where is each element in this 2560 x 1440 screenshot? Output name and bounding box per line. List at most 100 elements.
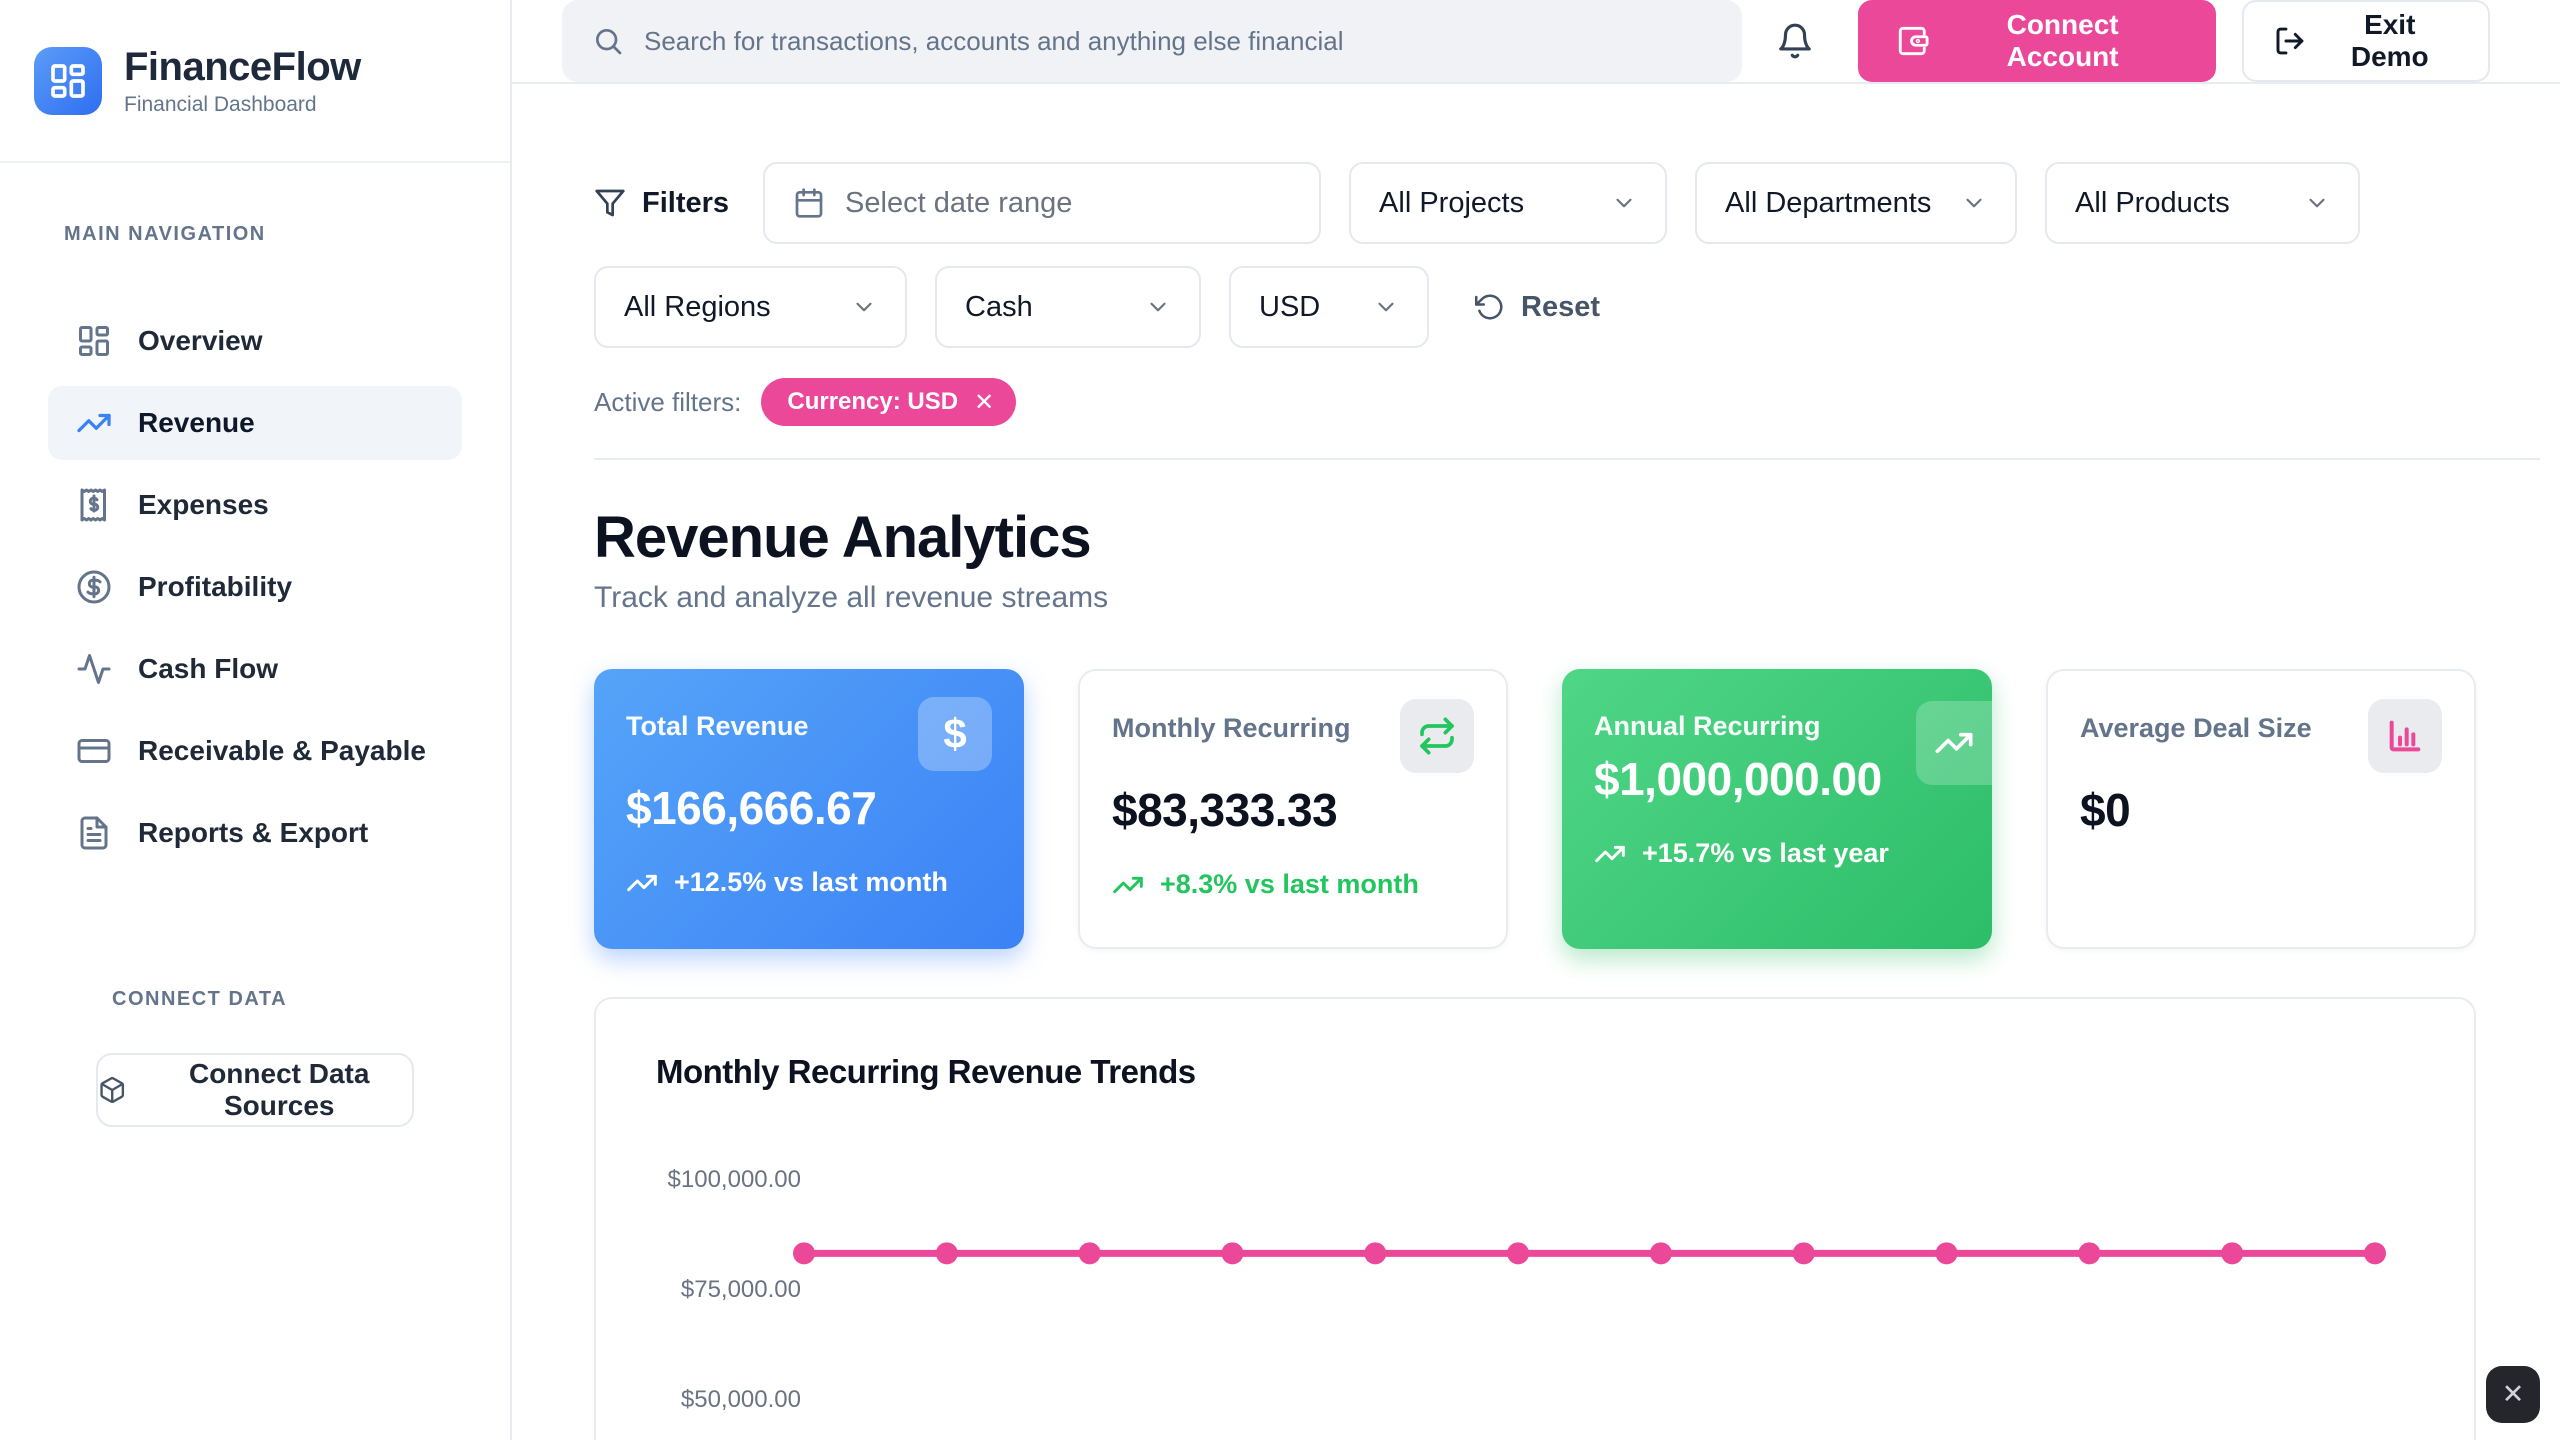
trending-up-icon [1112,869,1144,901]
connect-data-sources-button[interactable]: Connect Data Sources [96,1053,414,1127]
bar-chart-icon [2368,699,2442,773]
stat-change: +15.7% vs last year [1594,836,1960,871]
sidebar-item-reports-export[interactable]: Reports & Export [48,796,462,870]
sidebar: FinanceFlow Financial Dashboard MAIN NAV… [0,0,512,1440]
credit-card-icon [76,733,112,769]
stat-cards: Total Revenue $ $166,666.67 +12.5% vs la… [594,669,2476,949]
activity-icon [76,651,112,687]
brand-header: FinanceFlow Financial Dashboard [0,0,510,163]
stat-label: Average Deal Size [2080,713,2312,744]
main-navigation: MAIN NAVIGATION Overview Revenue [0,163,510,1127]
stat-value: $0 [2080,783,2442,837]
chart-title: Monthly Recurring Revenue Trends [656,1053,2414,1091]
app-root: FinanceFlow Financial Dashboard MAIN NAV… [0,0,2560,1440]
receipt-icon [76,487,112,523]
package-icon [98,1074,126,1106]
log-out-icon [2274,25,2306,57]
global-search[interactable] [562,0,1742,82]
sidebar-item-overview[interactable]: Overview [48,304,462,378]
payment-method-select[interactable]: Cash [935,266,1201,348]
sidebar-item-label: Profitability [138,571,292,603]
filters-row-2: All Regions Cash USD Reset [594,266,2476,348]
data-point[interactable] [936,1242,958,1264]
currency-select[interactable]: USD [1229,266,1429,348]
sidebar-item-label: Receivable & Payable [138,735,426,767]
calendar-icon [793,187,825,219]
data-point[interactable] [1936,1242,1958,1264]
rotate-ccw-icon [1475,292,1505,322]
chevron-down-icon [1961,190,1987,216]
stat-card-annual-recurring: Annual Recurring $1,000,000.00 +15.7% vs… [1562,669,1992,949]
sidebar-item-label: Expenses [138,489,269,521]
products-select-value: All Products [2075,187,2230,220]
reset-label: Reset [1521,291,1600,324]
stat-label: Annual Recurring [1594,711,1821,742]
data-point[interactable] [793,1242,815,1264]
connect-account-label: Connect Account [1948,9,2178,73]
app-subtitle: Financial Dashboard [124,93,361,117]
date-range-input[interactable]: Select date range [763,162,1321,244]
sidebar-item-label: Cash Flow [138,653,278,685]
data-point[interactable] [1650,1242,1672,1264]
file-text-icon [76,815,112,851]
content: Filters Select date range All Projects A… [512,84,2560,1440]
products-select[interactable]: All Products [2045,162,2360,244]
trending-up-icon [76,405,112,441]
stat-card-monthly-recurring: Monthly Recurring $83,333.33 +8.3% vs la… [1078,669,1508,949]
sidebar-item-receivable-payable[interactable]: Receivable & Payable [48,714,462,788]
brand-text: FinanceFlow Financial Dashboard [124,45,361,117]
app-logo-icon [34,47,102,115]
search-icon [592,25,624,57]
circle-dollar-icon [76,569,112,605]
notifications-button[interactable] [1776,22,1814,60]
data-point[interactable] [1793,1242,1815,1264]
stat-label: Monthly Recurring [1112,713,1351,744]
section-divider [594,458,2540,460]
departments-select[interactable]: All Departments [1695,162,2017,244]
stat-change: +12.5% vs last month [626,865,992,900]
page-subtitle: Track and analyze all revenue streams [594,581,2476,615]
exit-demo-button[interactable]: Exit Demo [2242,0,2490,82]
sidebar-item-expenses[interactable]: Expenses [48,468,462,542]
data-point[interactable] [2078,1242,2100,1264]
close-icon: ✕ [2502,1379,2525,1410]
data-point[interactable] [1507,1242,1529,1264]
sidebar-item-cash-flow[interactable]: Cash Flow [48,632,462,706]
sidebar-item-profitability[interactable]: Profitability [48,550,462,624]
chip-remove-icon[interactable]: ✕ [974,388,994,417]
nav-section-label: MAIN NAVIGATION [64,223,462,246]
sidebar-item-revenue[interactable]: Revenue [48,386,462,460]
connect-account-button[interactable]: Connect Account [1858,0,2216,82]
mrr-trends-chart-card: Monthly Recurring Revenue Trends $100,00… [594,997,2476,1440]
topbar: Connect Account Exit Demo [512,0,2560,84]
data-point[interactable] [1079,1242,1101,1264]
trending-up-icon [626,867,658,899]
projects-select-value: All Projects [1379,187,1524,220]
connect-data-sources-label: Connect Data Sources [146,1058,412,1122]
stat-card-average-deal-size: Average Deal Size $0 [2046,669,2476,949]
data-point[interactable] [2221,1242,2243,1264]
reset-filters-button[interactable]: Reset [1475,291,1600,324]
search-input[interactable] [644,26,1712,57]
data-point[interactable] [1364,1242,1386,1264]
stat-value: $83,333.33 [1112,783,1474,837]
sidebar-item-label: Revenue [138,407,255,439]
app-title: FinanceFlow [124,45,361,89]
connect-data-section-label: CONNECT DATA [112,988,462,1011]
funnel-icon [594,187,626,219]
active-filter-chip-currency[interactable]: Currency: USD ✕ [761,378,1016,426]
regions-select[interactable]: All Regions [594,266,907,348]
stat-label: Total Revenue [626,711,809,742]
projects-select[interactable]: All Projects [1349,162,1667,244]
trending-up-icon [1916,701,1992,785]
overlay-close-button[interactable]: ✕ [2486,1366,2540,1423]
data-point[interactable] [1221,1242,1243,1264]
chevron-down-icon [1611,190,1637,216]
payment-method-value: Cash [965,291,1033,324]
chevron-down-icon [2304,190,2330,216]
data-point[interactable] [2364,1242,2386,1264]
sidebar-item-label: Reports & Export [138,817,368,849]
sidebar-item-label: Overview [138,325,263,357]
layout-dashboard-icon [76,323,112,359]
stat-change: +8.3% vs last month [1112,867,1474,902]
